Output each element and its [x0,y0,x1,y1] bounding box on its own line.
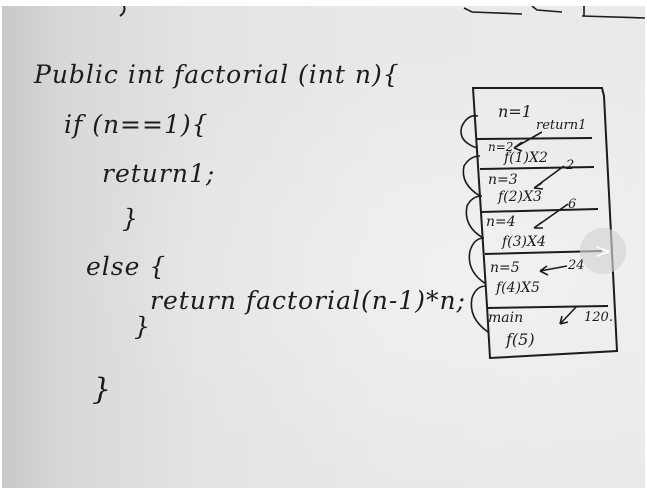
chevron-right-icon: > [594,239,612,263]
stack-frame-main-result: 120. [584,310,613,325]
stack-divider-3 [481,208,599,213]
stack-frame-1-note: return1 [536,118,587,133]
code-line-signature: Public int factorial (int n){ [34,60,400,89]
whiteboard-photo: Public int factorial (int n){ if (n==1){… [2,6,645,488]
top-right-scribble [463,6,645,19]
return-arrow-3 [533,203,569,229]
code-line-if: if (n==1){ [64,110,209,139]
top-curly-fragment [119,6,126,17]
code-line-else: else { [86,252,167,281]
stack-divider-1 [476,137,593,140]
stack-frame-3-result: 6 [568,197,577,212]
code-line-method-close: } [92,372,113,407]
code-line-else-close: } [134,312,151,341]
next-image-button[interactable]: > [580,228,626,274]
stack-frame-4-call: f(3)X4 [502,234,546,250]
stack-frame-1-label: n=1 [498,102,532,121]
stack-frame-5-call: f(4)X5 [496,280,540,296]
return-arrow-4 [539,265,568,276]
stack-frame-2-result: 2 [566,158,575,173]
stack-frame-5-label: n=5 [490,260,520,276]
stack-frame-main-label: main [488,310,524,326]
code-line-return-recursive: return factorial(n-1)*n; [150,286,466,315]
code-line-return-base: return1; [102,159,216,188]
stack-frame-3-label: n=3 [488,172,518,188]
stack-frame-4-label: n=4 [486,214,516,230]
stack-divider-2 [479,166,595,170]
code-line-if-close: } [122,204,139,233]
stack-frame-main-call: f(5) [506,330,535,349]
return-arrow-2 [533,165,565,190]
stack-frame-3-call: f(2)X3 [498,189,542,205]
return-arrow-5 [559,305,578,325]
return-arrow-1 [513,131,543,152]
stack-divider-5 [486,305,609,309]
viewer-frame: Public int factorial (int n){ if (n==1){… [0,0,647,490]
stack-frame-2-call: f(1)X2 [504,150,548,166]
